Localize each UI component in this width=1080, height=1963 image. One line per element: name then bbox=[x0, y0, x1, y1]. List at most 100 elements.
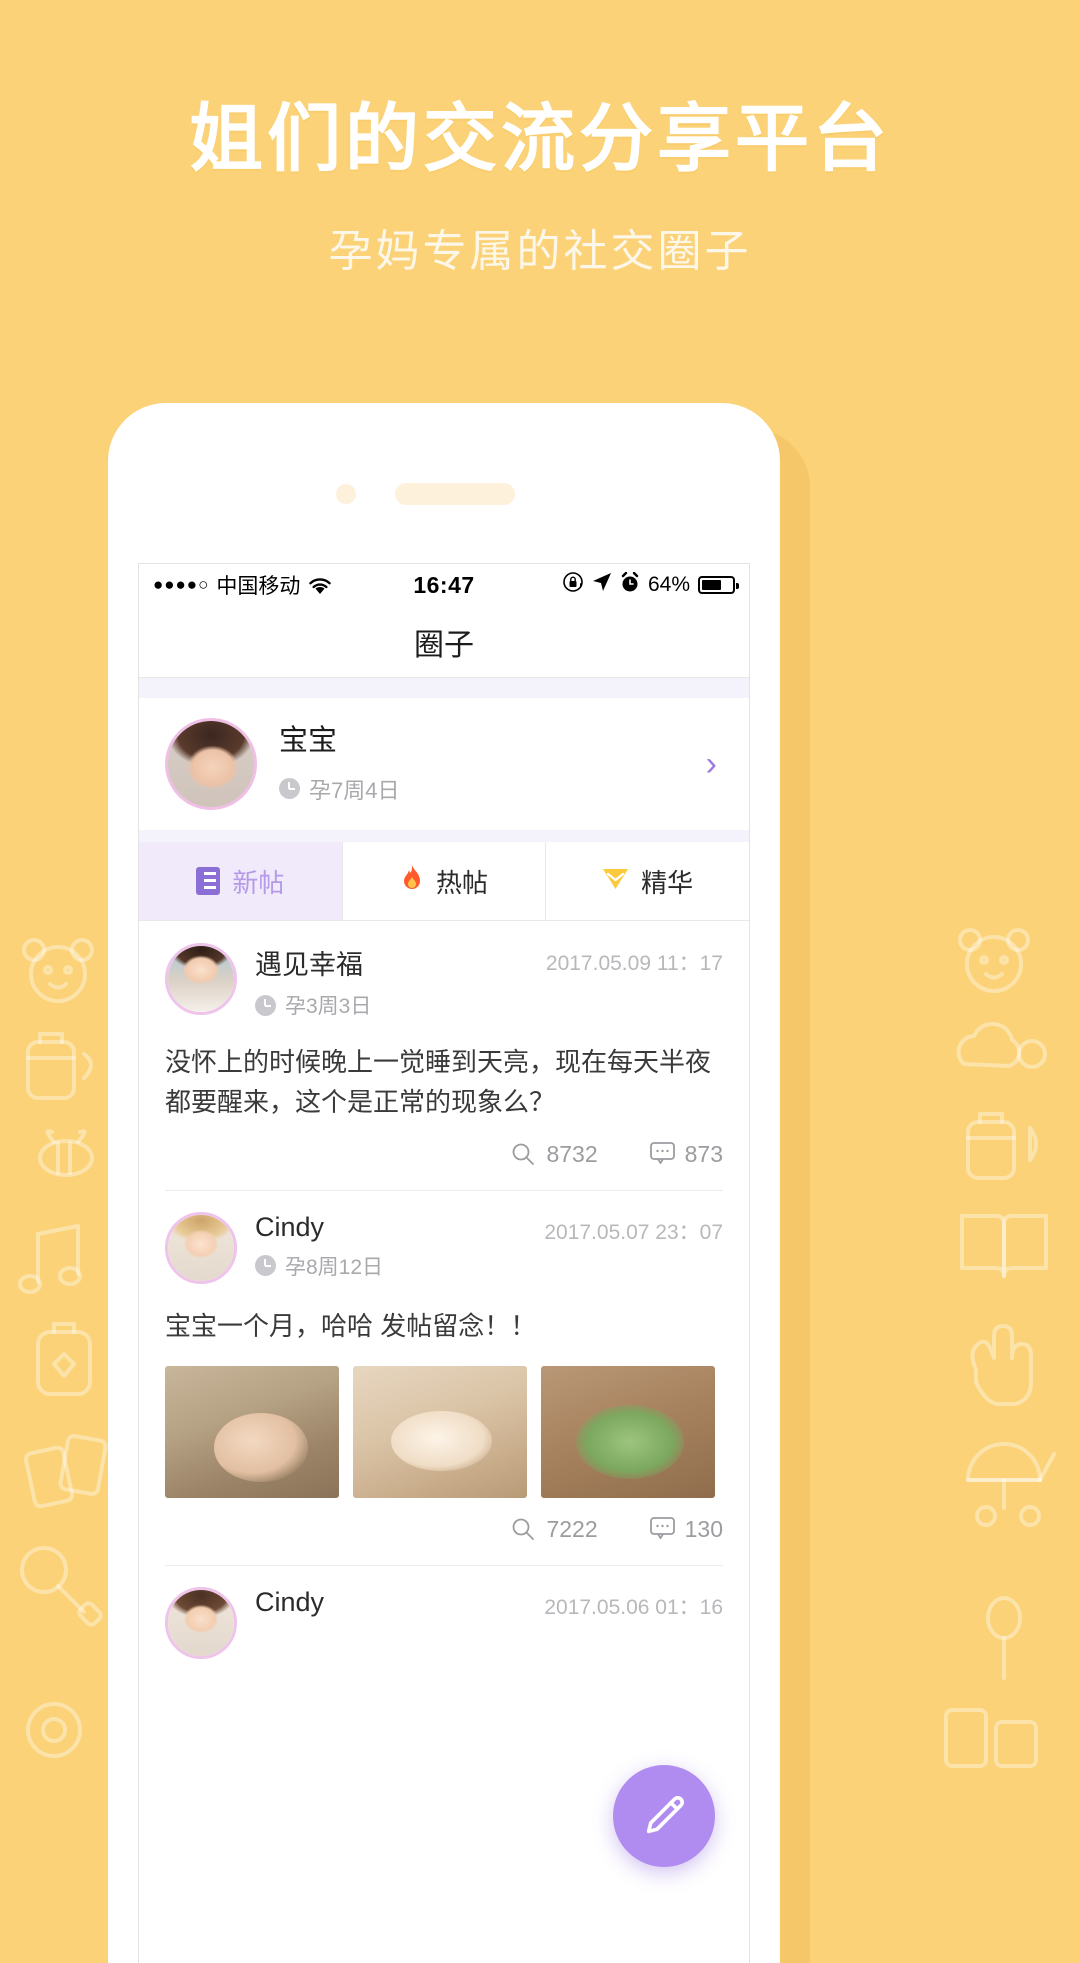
bottle-icon bbox=[966, 1112, 1038, 1180]
post-image[interactable] bbox=[353, 1365, 527, 1498]
tab-hot-posts[interactable]: 热帖 bbox=[342, 842, 547, 920]
post-comment-stat[interactable]: 873 bbox=[649, 1140, 723, 1168]
battery-percent-label: 64% bbox=[647, 573, 691, 596]
hand-icon bbox=[970, 1324, 1033, 1406]
stroller-icon bbox=[966, 1442, 1056, 1527]
hero-section: 姐们的交流分享平台 孕妈专属的社交圈子 bbox=[0, 0, 1080, 279]
phone-screen: ●●●●○ 中国移动 16:47 64% 圈子 宝宝 孕7周4日 › 新帖 热帖… bbox=[138, 563, 750, 1963]
section-divider bbox=[139, 830, 749, 842]
avatar[interactable] bbox=[165, 1211, 237, 1284]
cloud-icon bbox=[956, 1021, 1047, 1069]
post-timestamp: 2017.05.06 01：16 bbox=[544, 1595, 723, 1619]
bear-face-icon bbox=[958, 928, 1030, 993]
navbar: 圈子 bbox=[139, 606, 749, 678]
tab-featured-posts-label: 精华 bbox=[641, 867, 694, 898]
profile-name: 宝宝 bbox=[279, 725, 338, 758]
phone-top-bezel bbox=[108, 403, 780, 553]
wifi-icon bbox=[307, 576, 333, 595]
post-item[interactable]: Cindy 2017.05.06 01：16 bbox=[139, 1564, 749, 1659]
post-pregnancy-meta: 孕3周3日 bbox=[255, 990, 546, 1020]
post-view-stat[interactable]: 7222 bbox=[511, 1515, 598, 1543]
battery-icon bbox=[698, 576, 740, 594]
profile-pregnancy-meta: 孕7周4日 bbox=[279, 773, 706, 805]
rotation-lock-icon bbox=[562, 571, 584, 599]
post-image[interactable] bbox=[165, 1365, 339, 1498]
view-magnifier-icon bbox=[511, 1517, 535, 1541]
post-view-stat[interactable]: 8732 bbox=[511, 1140, 598, 1168]
camera-icon bbox=[336, 484, 356, 504]
blocks-icon bbox=[944, 1708, 1038, 1768]
tab-hot-posts-label: 热帖 bbox=[436, 867, 489, 898]
post-timestamp: 2017.05.09 11：17 bbox=[545, 952, 723, 975]
page-subtitle: 孕妈专属的社交圈子 bbox=[328, 227, 752, 277]
post-feed: 遇见幸福 孕3周3日 2017.05.09 11：17 没怀上的时候晚上一觉睡到… bbox=[139, 921, 749, 1659]
post-comment-count: 873 bbox=[684, 1140, 723, 1167]
earpiece-speaker bbox=[395, 483, 515, 505]
bear-face-icon bbox=[22, 938, 94, 1003]
clock-icon bbox=[255, 1255, 276, 1277]
navbar-title: 圈子 bbox=[414, 628, 474, 662]
bottle-icon bbox=[26, 1032, 93, 1100]
post-body-text: 宝宝一个月，哈哈 发帖留念！！ bbox=[165, 1310, 537, 1341]
teether-icon bbox=[26, 1702, 82, 1758]
bee-icon bbox=[38, 1129, 94, 1177]
post-comment-stat[interactable]: 130 bbox=[649, 1515, 723, 1543]
status-time: 16:47 bbox=[413, 571, 475, 598]
comment-bubble-icon bbox=[649, 1517, 675, 1541]
avatar[interactable] bbox=[165, 943, 237, 1015]
profile-row[interactable]: 宝宝 孕7周4日 › bbox=[139, 698, 749, 830]
post-image[interactable] bbox=[541, 1365, 715, 1498]
post-image-gallery bbox=[165, 1365, 723, 1498]
post-comment-count: 130 bbox=[684, 1515, 723, 1542]
alarm-clock-icon bbox=[620, 571, 640, 599]
post-author-name: Cindy bbox=[255, 1586, 325, 1617]
rattle-icon bbox=[20, 1546, 103, 1627]
status-bar-right: 64% bbox=[475, 571, 740, 599]
profile-pregnancy-label: 孕7周4日 bbox=[309, 777, 400, 803]
blocks-icon bbox=[23, 1434, 108, 1509]
page-title: 姐们的交流分享平台 bbox=[189, 97, 891, 180]
phone-mockup: ●●●●○ 中国移动 16:47 64% 圈子 宝宝 孕7周4日 › 新帖 热帖… bbox=[108, 403, 780, 1963]
carrier-label: 中国移动 bbox=[216, 575, 301, 598]
avatar[interactable] bbox=[165, 1586, 237, 1659]
location-arrow-icon bbox=[592, 572, 612, 598]
fire-icon bbox=[400, 864, 424, 898]
tab-new-posts-label: 新帖 bbox=[232, 867, 285, 898]
post-header: Cindy 孕8周12日 2017.05.07 23：07 bbox=[165, 1211, 723, 1284]
comment-bubble-icon bbox=[649, 1142, 675, 1166]
post-author-info: 遇见幸福 孕3周3日 bbox=[255, 943, 546, 1020]
post-header: Cindy 2017.05.06 01：16 bbox=[165, 1586, 723, 1659]
avatar[interactable] bbox=[165, 718, 257, 810]
post-item[interactable]: 遇见幸福 孕3周3日 2017.05.09 11：17 没怀上的时候晚上一觉睡到… bbox=[139, 921, 749, 1190]
clock-icon bbox=[255, 994, 276, 1016]
post-header: 遇见幸福 孕3周3日 2017.05.09 11：17 bbox=[165, 943, 723, 1020]
view-magnifier-icon bbox=[511, 1142, 535, 1166]
post-view-count: 8732 bbox=[546, 1140, 598, 1167]
post-pregnancy-meta: 孕8周12日 bbox=[255, 1251, 544, 1281]
tab-new-posts[interactable]: 新帖 bbox=[139, 842, 343, 920]
profile-info: 宝宝 孕7周4日 bbox=[279, 723, 706, 805]
compose-button[interactable] bbox=[613, 1765, 715, 1867]
post-author-info: Cindy 孕8周12日 bbox=[255, 1212, 544, 1281]
post-item[interactable]: Cindy 孕8周12日 2017.05.07 23：07 宝宝一个月，哈哈 发… bbox=[139, 1189, 749, 1565]
post-author-info: Cindy bbox=[255, 1587, 544, 1618]
book-icon bbox=[960, 1214, 1048, 1278]
tab-bar: 新帖 热帖 精华 bbox=[139, 842, 749, 921]
chevron-right-icon[interactable]: › bbox=[706, 745, 717, 784]
section-spacer bbox=[139, 678, 749, 698]
clock-icon bbox=[279, 778, 300, 800]
compose-pencil-icon bbox=[646, 1796, 684, 1834]
music-note-icon bbox=[18, 1224, 82, 1294]
post-pregnancy-label: 孕8周12日 bbox=[285, 1255, 384, 1279]
spoon-icon bbox=[986, 1596, 1022, 1680]
tab-featured-posts[interactable]: 精华 bbox=[546, 842, 749, 920]
post-timestamp: 2017.05.07 23：07 bbox=[544, 1220, 723, 1244]
post-body-text: 没怀上的时候晚上一觉睡到天亮，现在每天半夜都要醒来，这个是正常的现象么？ bbox=[165, 1047, 712, 1118]
post-stats: 8732 873 bbox=[165, 1123, 723, 1190]
signal-dots-icon: ●●●●○ bbox=[153, 575, 210, 594]
post-view-count: 7222 bbox=[546, 1515, 598, 1542]
status-bar: ●●●●○ 中国移动 16:47 64% bbox=[139, 564, 749, 606]
post-stats: 7222 130 bbox=[165, 1498, 723, 1565]
post-author-name: Cindy bbox=[255, 1211, 325, 1242]
post-author-name: 遇见幸福 bbox=[255, 950, 363, 980]
